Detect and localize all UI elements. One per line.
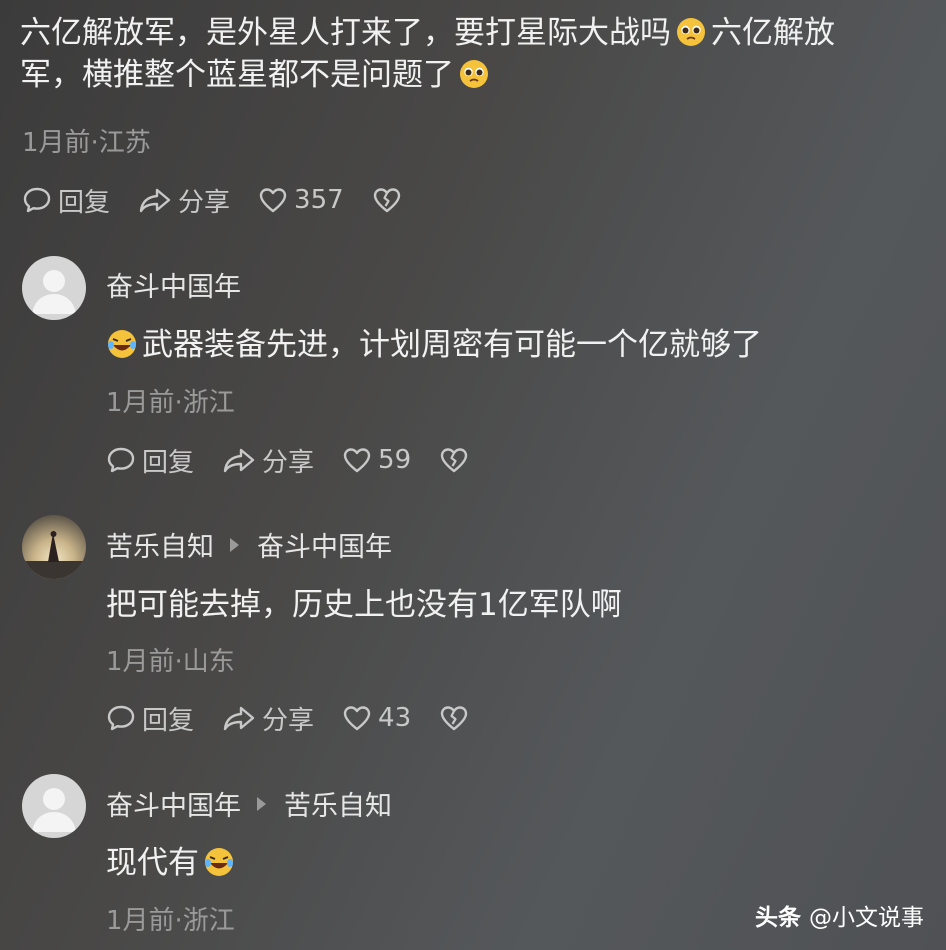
default-avatar-icon: [32, 270, 76, 314]
comment-meta: 1月前·浙江: [106, 388, 235, 418]
reply-to-author[interactable]: 奋斗中国年: [257, 525, 392, 564]
top-comment-meta: 1月前·江苏: [22, 128, 151, 158]
broken-heart-icon: [439, 446, 469, 474]
avatar[interactable]: [22, 256, 86, 320]
comment-text: 把可能去掉，历史上也没有1亿军队啊: [106, 587, 622, 623]
share-label: 分享: [262, 447, 315, 478]
photo-avatar-image: [22, 515, 86, 579]
comment-author[interactable]: 奋斗中国年: [106, 784, 241, 823]
share-button[interactable]: 分享: [222, 442, 314, 479]
reply-label: 回复: [142, 447, 195, 478]
share-label: 分享: [178, 187, 231, 218]
like-button[interactable]: 59: [342, 445, 411, 475]
watermark-brand: 头条: [754, 905, 801, 931]
comment-author[interactable]: 苦乐自知: [106, 525, 214, 564]
dislike-button[interactable]: [439, 704, 475, 732]
comment-author-row: 苦乐自知 奋斗中国年: [106, 525, 392, 564]
heart-icon: [342, 704, 372, 732]
top-comment-actions: 回复 分享 357: [22, 182, 436, 218]
share-icon: [222, 703, 256, 733]
comment-text-body: 现代有: [106, 845, 199, 881]
reply-arrow-icon: [230, 537, 239, 552]
share-button[interactable]: 分享: [222, 700, 314, 737]
like-button[interactable]: 357: [258, 185, 344, 215]
reply-icon: [106, 445, 136, 475]
comment-text: 武器装备先进，计划周密有可能一个亿就够了: [106, 324, 762, 366]
comment-author[interactable]: 奋斗中国年: [106, 265, 241, 304]
broken-heart-icon: [372, 186, 402, 214]
top-comment-text-part2: 六亿解放: [711, 15, 835, 51]
comment-actions: 回复 分享 59: [106, 442, 503, 478]
like-button[interactable]: 43: [342, 703, 411, 733]
reply-icon: [22, 185, 52, 215]
top-comment-text: 六亿解放军，是外星人打来了，要打星际大战吗 六亿解放 军，横推整个蓝星都不是问题了: [20, 12, 930, 96]
avatar[interactable]: [22, 774, 86, 838]
share-label: 分享: [262, 705, 315, 736]
comment-text-body: 武器装备先进，计划周密有可能一个亿就够了: [142, 327, 762, 363]
comment-meta: 1月前·浙江: [106, 906, 235, 936]
default-avatar-icon: [32, 788, 76, 832]
reply-to-author[interactable]: 苦乐自知: [284, 784, 392, 823]
dislike-button[interactable]: [439, 446, 475, 474]
broken-heart-icon: [439, 704, 469, 732]
comment-author-row: 奋斗中国年 苦乐自知: [106, 784, 392, 823]
share-icon: [222, 445, 256, 475]
comment-author-row: 奋斗中国年: [106, 265, 241, 304]
heart-icon: [342, 446, 372, 474]
reply-label: 回复: [58, 187, 111, 218]
reply-arrow-icon: [257, 796, 266, 811]
like-count: 357: [294, 185, 344, 215]
pleading-face-icon: [458, 58, 490, 90]
watermark-account: @小文说事: [809, 905, 924, 931]
top-comment-text-line2: 军，横推整个蓝星都不是问题了: [20, 57, 454, 93]
reply-icon: [106, 703, 136, 733]
reply-button[interactable]: 回复: [106, 700, 194, 737]
reply-label: 回复: [142, 705, 195, 736]
share-icon: [138, 185, 172, 215]
comment-actions: 回复 分享 43: [106, 700, 503, 736]
pleading-face-icon: [675, 16, 707, 48]
watermark: 头条 @小文说事: [755, 898, 924, 932]
avatar[interactable]: [22, 515, 86, 579]
comment-text: 现代有: [106, 842, 239, 884]
like-count: 43: [378, 703, 412, 733]
reply-button[interactable]: 回复: [22, 182, 110, 219]
like-count: 59: [378, 445, 412, 475]
rolling-laughing-icon: [106, 328, 138, 360]
dislike-button[interactable]: [372, 186, 408, 214]
heart-icon: [258, 186, 288, 214]
rolling-laughing-icon: [203, 846, 235, 878]
reply-button[interactable]: 回复: [106, 442, 194, 479]
share-button[interactable]: 分享: [138, 182, 230, 219]
comment-meta: 1月前·山东: [106, 647, 235, 677]
top-comment-text-part1: 六亿解放军，是外星人打来了，要打星际大战吗: [20, 15, 671, 51]
